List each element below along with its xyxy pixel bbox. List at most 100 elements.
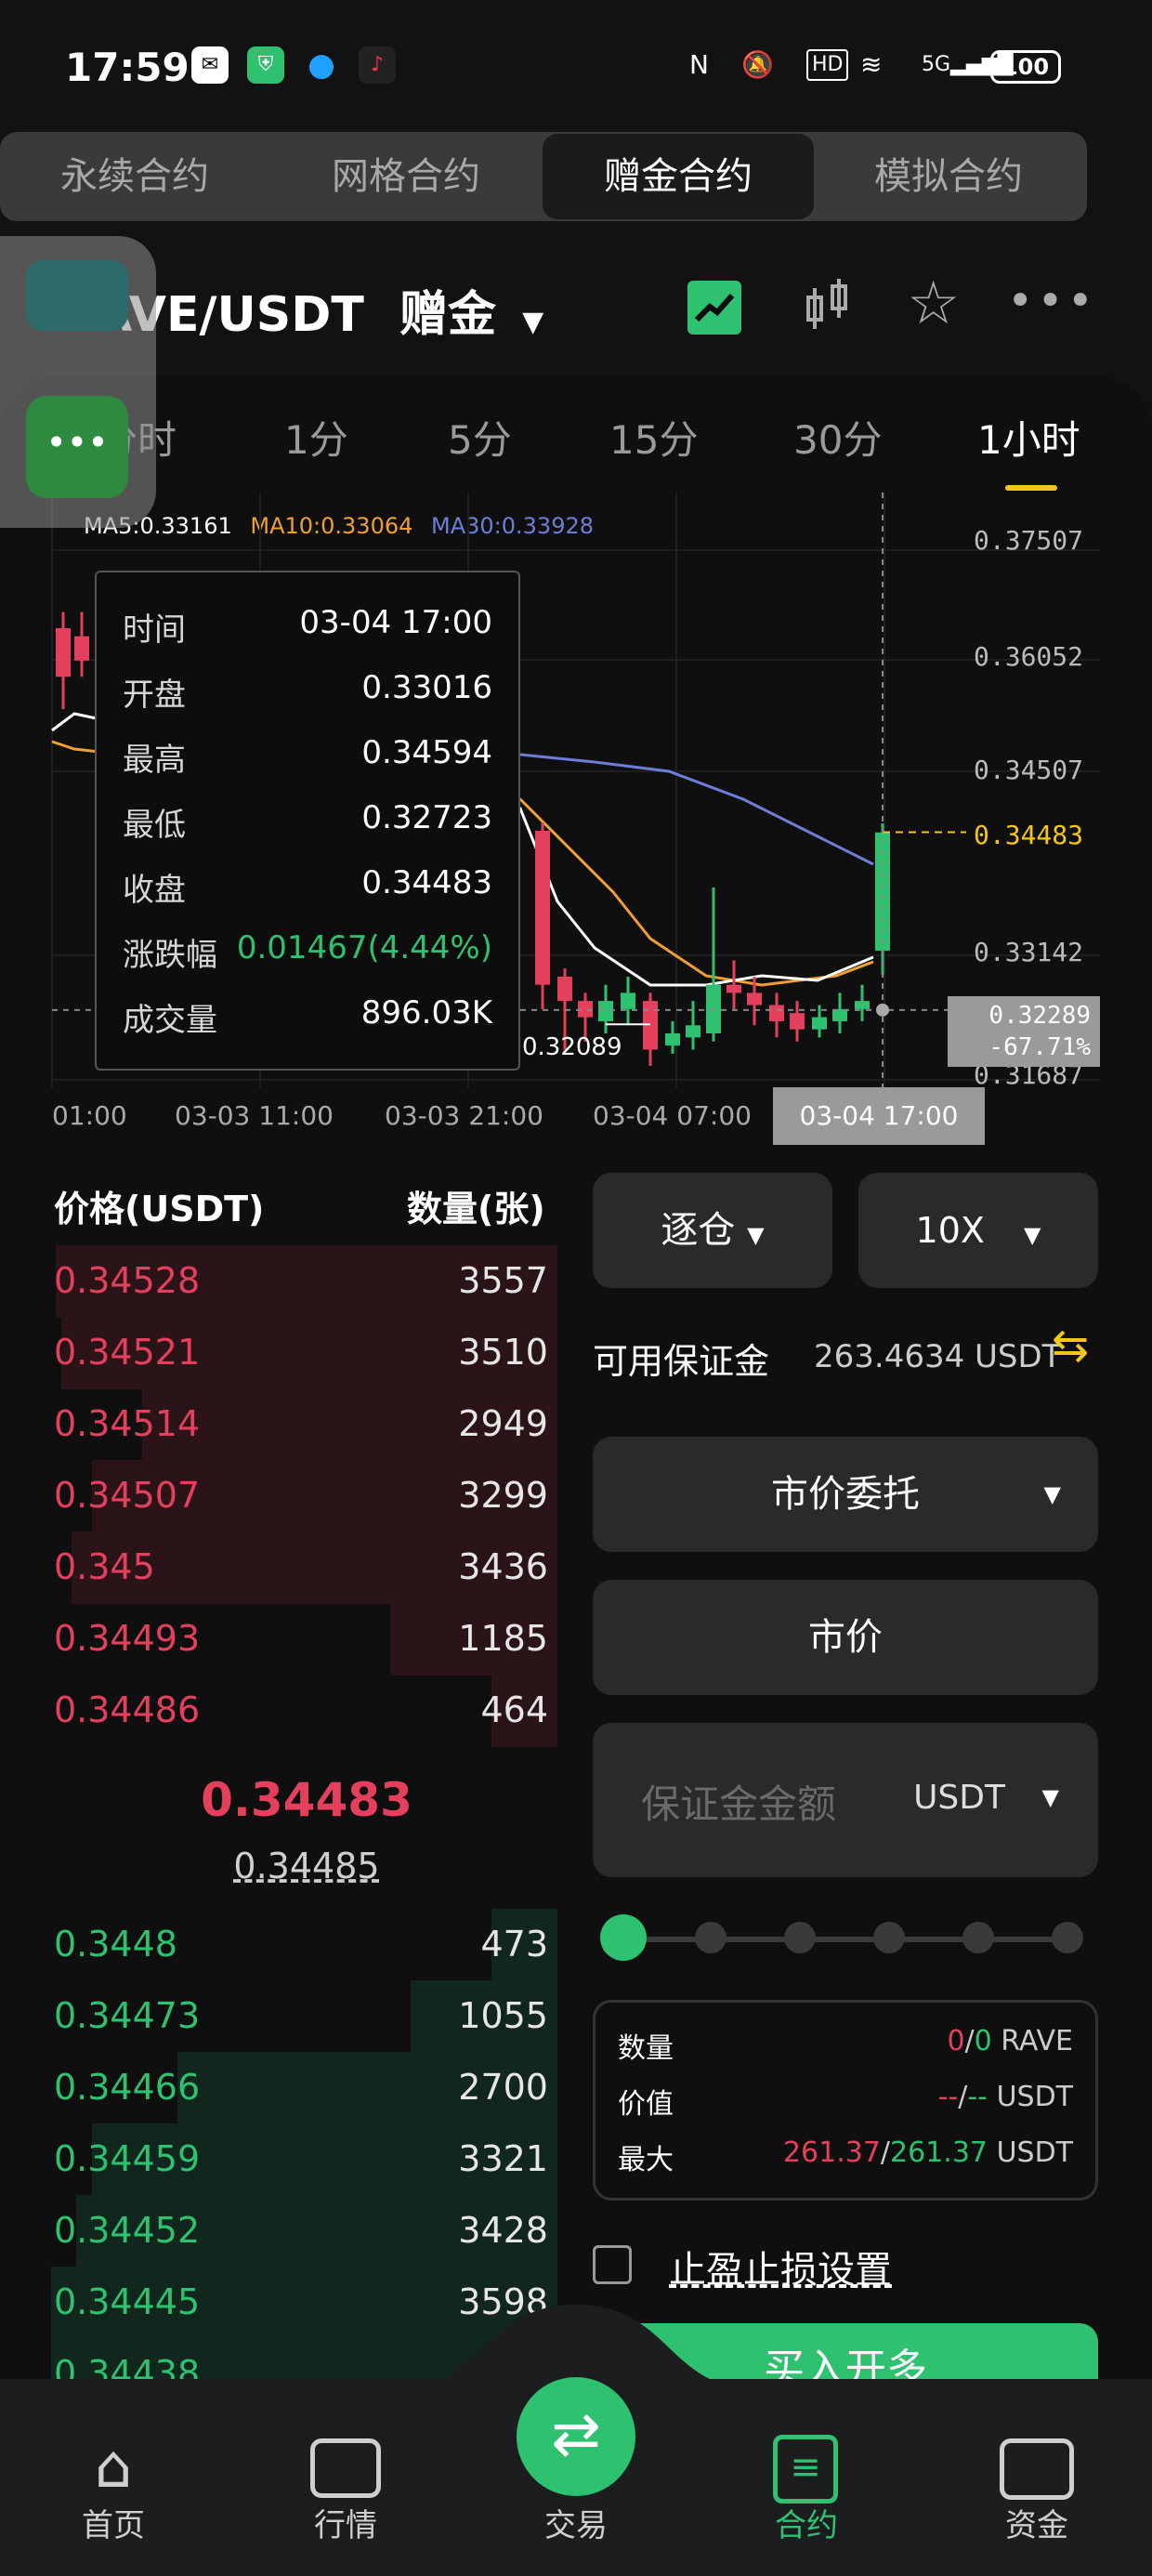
tooltip-key: 开盘	[123, 677, 186, 714]
orderbook-row[interactable]: 0.34459 3321	[0, 2123, 557, 2196]
leverage-value: 10X	[915, 1210, 985, 1251]
nav-contract[interactable]: 合约	[732, 2500, 881, 2545]
tf-1m[interactable]: 1分	[284, 409, 348, 466]
orderbook-qty: 3321	[458, 2138, 548, 2179]
orderbook-row[interactable]: 0.34514 2949	[0, 1388, 557, 1461]
orderbook-price: 0.34473	[54, 1995, 201, 2036]
orderbook-row[interactable]: 0.34452 3428	[0, 2195, 557, 2267]
info-label: 价值	[618, 2088, 674, 2121]
mid-price: 0.34483	[201, 1773, 412, 1827]
tab-perpetual[interactable]: 永续合约	[0, 132, 269, 221]
transfer-icon[interactable]: ⇆	[1052, 1320, 1089, 1372]
tooltip-row: 涨跌幅 0.01467(4.44%)	[123, 914, 492, 979]
orderbook-qty: 1055	[458, 1995, 548, 2036]
tab-simulated[interactable]: 模拟合约	[814, 132, 1083, 221]
slider-step[interactable]	[962, 1922, 994, 1953]
candle-body	[769, 1005, 784, 1021]
more-icon[interactable]: •••	[1007, 275, 1097, 327]
trade-swap-icon[interactable]: ⇄	[517, 2377, 635, 2496]
slider-thumb[interactable]	[600, 1914, 647, 1961]
star-icon[interactable]: ☆	[907, 269, 960, 338]
orderbook-row[interactable]: 0.345 3436	[0, 1531, 557, 1604]
y-tick: 0.36052	[974, 641, 1084, 672]
tooltip-row: 开盘 0.33016	[123, 654, 492, 719]
slider-step[interactable]	[873, 1922, 905, 1953]
available-margin-label: 可用保证金	[593, 1341, 770, 1382]
tooltip-row: 成交量 896.03K	[123, 979, 492, 1045]
orderbook-row[interactable]: 0.34466 2700	[0, 2052, 557, 2124]
candle-body	[74, 636, 89, 661]
tpsl-settings-link[interactable]: 止盈止损设置	[669, 2240, 892, 2293]
more-apps-icon[interactable]: •••	[26, 396, 128, 498]
orderbook-price: 0.345	[54, 1546, 155, 1587]
mute-icon: 🔕	[741, 49, 774, 80]
candlestick-icon[interactable]	[801, 277, 855, 336]
orderbook-qty-header: 数量(张)	[407, 1189, 545, 1229]
crosshair-dot	[876, 1003, 889, 1017]
info-value-b: 261.37	[890, 2136, 988, 2169]
tpsl-checkbox[interactable]	[593, 2245, 632, 2284]
order-type-select[interactable]: 市价委托 ▼	[593, 1437, 1098, 1552]
candle-body	[727, 984, 741, 993]
candle-body	[56, 627, 71, 677]
floating-app-icon[interactable]	[26, 260, 128, 331]
orderbook-row[interactable]: 0.34473 1055	[0, 1980, 557, 2053]
candle-body	[747, 992, 762, 1005]
chart-toggle-icon[interactable]	[687, 281, 741, 335]
nav-curve	[0, 2305, 1152, 2388]
tooltip-row: 收盘 0.34483	[123, 849, 492, 914]
orderbook-qty: 3299	[458, 1475, 548, 1516]
tooltip-value: 0.34483	[361, 864, 492, 901]
orderbook-row[interactable]: 0.34528 3557	[0, 1245, 557, 1318]
orderbook-qty: 3428	[458, 2210, 548, 2251]
tf-5m[interactable]: 5分	[448, 409, 512, 466]
y-tick: 0.34507	[974, 755, 1084, 785]
orderbook-row[interactable]: 0.34486 464	[0, 1675, 557, 1747]
tab-bonus[interactable]: 赠金合约	[543, 134, 814, 219]
candle-body	[598, 1001, 613, 1021]
chevron-down-icon: ▼	[747, 1222, 765, 1248]
contract-icon[interactable]: ≡	[773, 2435, 838, 2504]
margin-amount-input[interactable]: 保证金金额 USDT ▼	[593, 1723, 1098, 1877]
amount-unit: USDT	[913, 1779, 1005, 1817]
kline-tooltip: 时间 03-04 17:00 开盘 0.33016 最高 0.34594 最低 0.32…	[95, 571, 520, 1071]
info-value-a: --	[937, 2081, 959, 2113]
nav-home[interactable]: 首页	[39, 2500, 188, 2545]
leverage-select[interactable]: 10X ▼	[858, 1173, 1098, 1288]
slider-step[interactable]	[695, 1922, 727, 1953]
nav-funds[interactable]: 资金	[962, 2500, 1111, 2545]
candle-body	[855, 1001, 870, 1009]
tf-30m[interactable]: 30分	[793, 409, 882, 466]
tab-grid[interactable]: 网格合约	[271, 132, 541, 221]
tooltip-value: 0.01467(4.44%)	[236, 929, 492, 966]
orderbook-row[interactable]: 0.34507 3299	[0, 1460, 557, 1532]
y-tick: 0.37507	[974, 525, 1084, 556]
price-type-field[interactable]: 市价	[593, 1580, 1098, 1695]
orderbook-qty: 3557	[458, 1260, 548, 1301]
margin-mode-value: 逐仓	[661, 1209, 736, 1252]
floating-window[interactable]: •••	[0, 236, 156, 528]
contract-tabs: 永续合约 网格合约 赠金合约 模拟合约	[0, 132, 1087, 221]
x-tick: 03-04 07:00	[593, 1100, 752, 1131]
orderbook-row[interactable]: 0.34521 3510	[0, 1317, 557, 1389]
nav-market[interactable]: 行情	[271, 2500, 420, 2545]
leverage-slider-track[interactable]	[624, 1937, 1068, 1942]
slider-step[interactable]	[1052, 1922, 1083, 1953]
tf-15m[interactable]: 15分	[609, 409, 698, 466]
tf-1h[interactable]: 1小时	[977, 409, 1080, 466]
orderbook-row[interactable]: 0.3448 473	[0, 1909, 557, 1981]
nav-trade[interactable]: 交易	[502, 2500, 650, 2545]
market-icon[interactable]	[310, 2438, 381, 2498]
crosshair-price: 0.32289	[988, 1002, 1091, 1030]
wechat-icon: ✉	[191, 46, 229, 84]
order-info-box: 数量 0/0 RAVE 价值 --/-- USDT 最大 261.37/261.…	[593, 2000, 1098, 2201]
info-label: 最大	[618, 2144, 674, 2176]
wallet-icon[interactable]	[1000, 2438, 1074, 2500]
margin-mode-select[interactable]: 逐仓 ▼	[593, 1173, 832, 1288]
mark-price[interactable]: 0.34485	[0, 1846, 613, 1886]
home-icon[interactable]: ⌂	[78, 2435, 149, 2500]
x-tick: 01:00	[52, 1100, 127, 1131]
slider-step[interactable]	[784, 1922, 816, 1953]
orderbook-row[interactable]: 0.34493 1185	[0, 1603, 557, 1676]
chevron-down-icon: ▼	[1024, 1222, 1041, 1248]
